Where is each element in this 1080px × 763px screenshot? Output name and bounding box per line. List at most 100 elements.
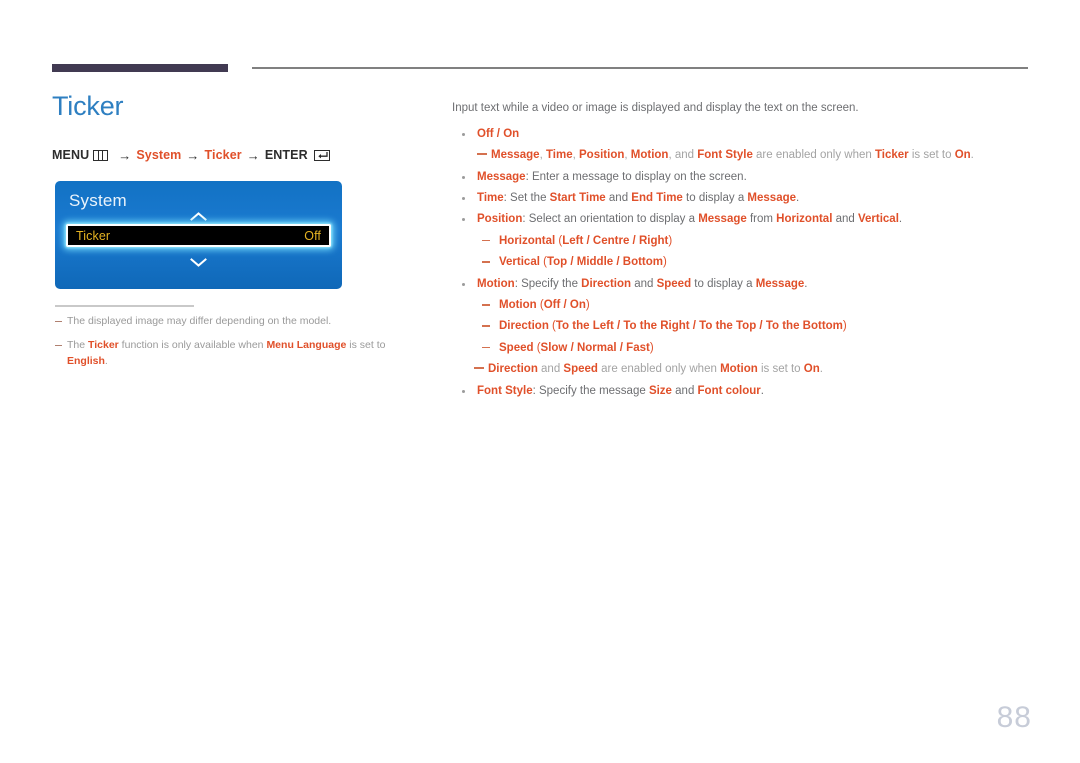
menu-path-breadcrumb: MENU → System → Ticker → ENTER (52, 148, 422, 163)
menu-grid-icon (93, 149, 109, 161)
bullet-dash-icon (482, 261, 490, 263)
path-arrow-1: → (118, 147, 132, 163)
text-run: is set to (346, 338, 386, 351)
description-text: Message, Time, Position, Motion, and Fon… (491, 146, 974, 164)
bullet-dash-icon (482, 325, 490, 327)
text-run: Speed (656, 277, 692, 290)
menu-path-system: System (136, 148, 182, 163)
text-run: Menu Language (266, 338, 347, 351)
text-run: End Time (631, 191, 683, 204)
text-run: and (671, 384, 698, 397)
text-run: The (67, 338, 89, 351)
text-run: Speed (499, 341, 534, 354)
bullet-dash-icon (482, 303, 490, 306)
text-run: Ticker (874, 149, 909, 162)
text-run: . (898, 213, 903, 226)
footnote-dash-icon (55, 321, 62, 323)
description-text: Speed (Slow / Normal / Fast) (499, 339, 654, 357)
description-note: Direction and Speed are enabled only whe… (474, 360, 1032, 378)
text-run: ( (548, 320, 556, 333)
description-text: Message: Enter a message to display on t… (477, 168, 747, 186)
footnote-item: The Ticker function is only available wh… (55, 338, 415, 370)
description-item: Message: Enter a message to display on t… (462, 168, 1032, 186)
text-run: and (605, 191, 632, 204)
text-run: Top / Middle / Bottom (546, 256, 663, 269)
text-run: : Specify the message (532, 384, 649, 397)
note-dash-icon (474, 367, 484, 369)
text-run: Vertical (857, 213, 899, 226)
text-run: are enabled only when (752, 149, 875, 162)
description-item: Motion (Off / On) (482, 296, 1032, 314)
footnote-dash-icon (55, 344, 62, 347)
bullet-dot-icon (462, 389, 465, 393)
text-run: Direction (488, 363, 538, 376)
path-arrow-2: → (186, 147, 200, 163)
text-run: Direction (499, 320, 549, 333)
text-run: Size (648, 384, 672, 397)
text-run: Position (477, 213, 523, 226)
text-run: ( (539, 256, 547, 269)
text-run: ) (668, 234, 673, 247)
text-run: Font colour (697, 384, 761, 397)
text-run: Speed (563, 363, 598, 376)
page-number: 88 (996, 701, 1032, 734)
text-run: Ticker (88, 338, 119, 351)
text-run: , and (668, 149, 698, 162)
footnote-item: The displayed image may differ depending… (55, 314, 415, 330)
right-column: Input text while a video or image is dis… (452, 100, 1032, 403)
text-run: to display a (691, 277, 756, 290)
description-item: Speed (Slow / Normal / Fast) (482, 339, 1032, 357)
description-text: Motion: Specify the Direction and Speed … (477, 275, 807, 293)
description-text: Direction (To the Left / To the Right / … (499, 317, 847, 335)
text-run: ) (663, 256, 667, 269)
chevron-down-icon[interactable] (55, 255, 342, 271)
bullet-dot-icon (462, 282, 465, 286)
text-run: To the Left / To the Right / To the Top … (555, 320, 843, 333)
footnote-text: The Ticker function is only available wh… (67, 338, 415, 370)
text-run: and (537, 363, 564, 376)
osd-menu-panel[interactable]: System Ticker Off (55, 181, 342, 289)
description-text: Motion (Off / On) (499, 296, 590, 314)
chevron-up-icon[interactable] (55, 209, 342, 225)
text-run: is set to (908, 149, 955, 162)
bullet-dot-icon (462, 196, 465, 200)
text-run: . (796, 191, 800, 204)
text-run: are enabled only when (597, 363, 721, 376)
text-run: . (760, 384, 764, 397)
text-run: . (104, 354, 108, 367)
text-run: ( (533, 341, 541, 354)
text-run: : Enter a message to display on the scre… (525, 170, 747, 183)
description-note: Message, Time, Position, Motion, and Fon… (477, 146, 1032, 164)
text-run: ) (649, 341, 654, 354)
bullet-dash-icon (482, 239, 490, 242)
description-item: Font Style: Specify the message Size and… (462, 382, 1032, 400)
text-run: Position (579, 149, 625, 162)
bullet-dot-icon (462, 175, 465, 179)
text-run: Slow / Normal / Fast (540, 341, 650, 354)
path-arrow-3: → (246, 147, 260, 163)
text-run: ( (536, 298, 544, 311)
footnote-text: The displayed image may differ depending… (67, 314, 331, 330)
text-run: . (970, 149, 974, 162)
text-run: English (67, 354, 105, 367)
text-run: Off / On (477, 127, 520, 140)
intro-paragraph: Input text while a video or image is dis… (452, 102, 859, 114)
text-run: Message (755, 277, 805, 290)
header-rule-thin (252, 67, 1028, 69)
osd-row-label: Ticker (76, 228, 111, 243)
text-run: function is only available when (118, 338, 267, 351)
osd-row-ticker[interactable]: Ticker Off (66, 224, 331, 247)
text-run: to display a (682, 191, 748, 204)
description-item: Direction (To the Left / To the Right / … (482, 317, 1032, 335)
text-run: Message (698, 213, 747, 226)
footnote-list: The displayed image may differ depending… (55, 314, 415, 377)
description-text: Position: Select an orientation to displ… (477, 210, 902, 228)
text-run: Motion (477, 277, 515, 290)
description-item: Position: Select an orientation to displ… (462, 210, 1032, 228)
text-run: Font Style (477, 384, 533, 397)
osd-row-value: Off (304, 228, 321, 243)
text-run: is set to (757, 363, 804, 376)
text-run: Motion (499, 298, 537, 311)
description-item: Horizontal (Left / Centre / Right) (482, 232, 1032, 250)
text-run: : Specify the (514, 277, 582, 290)
